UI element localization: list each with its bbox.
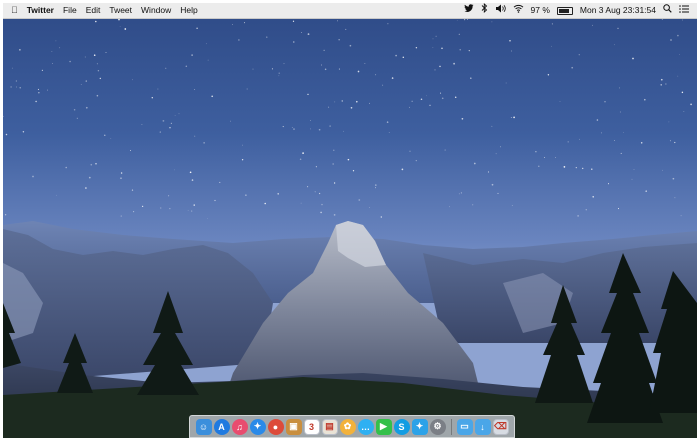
preview-icon[interactable]: ▤ [321,418,338,435]
messages-icon[interactable]: … [357,418,374,435]
system-preferences-icon[interactable]: ⚙ [429,418,446,435]
menu-edit[interactable]: Edit [86,3,101,18]
menu-help[interactable]: Help [180,3,197,18]
menu-tweet[interactable]: Tweet [109,3,132,18]
finder-icon[interactable]: ☺ [195,418,212,435]
menu-bar:  Twitter File Edit Tweet Window Help 97… [3,3,697,19]
applications-folder-icon[interactable]: ▭ [456,418,473,435]
desktop:  Twitter File Edit Tweet Window Help 97… [3,3,697,438]
search-icon[interactable] [663,3,672,18]
menu-window[interactable]: Window [141,3,171,18]
twitter-icon[interactable]: ✦ [411,418,428,435]
package-icon[interactable]: ▣ [285,418,302,435]
apple-icon[interactable]:  [11,3,18,18]
list-icon[interactable] [679,3,689,18]
facetime-icon[interactable]: ▶ [375,418,392,435]
mountain-landscape [3,221,697,438]
twitter-bird-icon[interactable] [463,3,474,18]
menu-file[interactable]: File [63,3,77,18]
clock[interactable]: Mon 3 Aug 23:31:54 [580,3,656,18]
trash-icon[interactable]: ⌫ [492,418,509,435]
calendar-icon[interactable]: 3 [303,418,320,435]
app-store-icon[interactable]: A [213,418,230,435]
wifi-icon[interactable] [513,3,524,18]
dock-separator [450,418,452,435]
safari-icon[interactable]: ✦ [249,418,266,435]
chrome-icon[interactable]: ● [267,418,284,435]
app-menu[interactable]: Twitter [27,3,54,18]
bluetooth-icon[interactable] [481,3,488,18]
downloads-folder-icon[interactable]: ↓ [474,418,491,435]
skype-icon[interactable]: S [393,418,410,435]
volume-icon[interactable] [495,3,506,18]
dock: ☺ A ♫ ✦ ● ▣ 3 ▤ ✿… ▶ S ✦ ⚙ ▭ ↓ ⌫ [189,415,515,438]
battery-icon[interactable] [556,6,573,15]
battery-percent[interactable]: 97 % [531,3,550,18]
photos-icon[interactable]: ✿ [339,418,356,435]
itunes-icon[interactable]: ♫ [231,418,248,435]
